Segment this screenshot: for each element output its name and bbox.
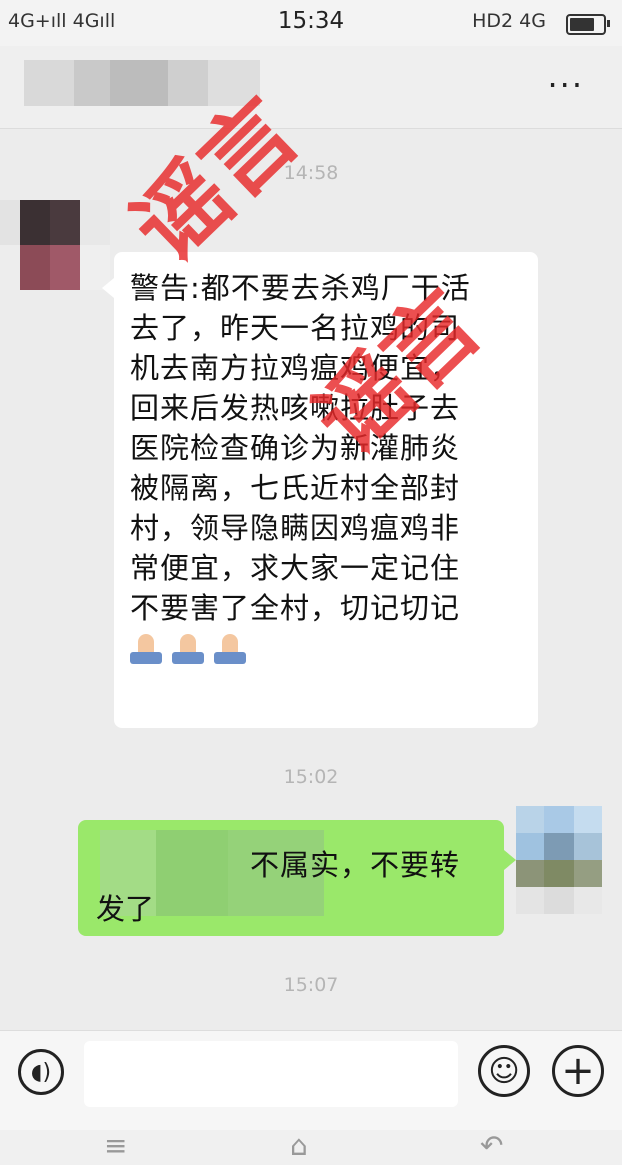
message-line: 被隔离，七氏近村全部封 bbox=[130, 471, 461, 505]
plus-icon[interactable]: + bbox=[552, 1045, 604, 1097]
emoji-icon[interactable]: ☺ bbox=[478, 1045, 530, 1097]
message-line: 村，领导隐瞒因鸡瘟鸡非 bbox=[130, 511, 461, 545]
avatar[interactable] bbox=[0, 200, 110, 290]
battery-icon bbox=[566, 14, 610, 35]
back-icon[interactable]: ↶ bbox=[480, 1132, 503, 1160]
home-icon[interactable]: ⌂ bbox=[290, 1132, 308, 1160]
timestamp: 15:07 bbox=[283, 974, 339, 996]
praying-hands-icon bbox=[172, 634, 204, 664]
navigation-bar: ≡ ⌂ ↶ bbox=[0, 1130, 622, 1165]
chat-header: ··· bbox=[0, 46, 622, 129]
avatar[interactable] bbox=[516, 806, 602, 914]
outgoing-message[interactable]: 不属实，不要转 发了 bbox=[78, 820, 516, 936]
voice-icon[interactable]: ◖) bbox=[18, 1049, 64, 1095]
message-line: 发了 bbox=[96, 892, 155, 926]
network-indicator: HD2 4G bbox=[472, 10, 546, 32]
message-line: 医院检查确诊为新灌肺炎 bbox=[130, 431, 461, 465]
menu-icon[interactable]: ≡ bbox=[104, 1132, 127, 1160]
praying-hands-emoji bbox=[130, 634, 524, 664]
message-line: 不属实，不要转 bbox=[250, 848, 461, 882]
timestamp: 15:02 bbox=[283, 766, 339, 788]
more-icon[interactable]: ··· bbox=[547, 69, 584, 101]
message-input[interactable] bbox=[84, 1041, 458, 1107]
message-line: 不要害了全村，切记切记 bbox=[130, 591, 461, 625]
praying-hands-icon bbox=[130, 634, 162, 664]
status-bar: 4G+ıll 4Gıll 15:34 HD2 4G bbox=[0, 0, 622, 46]
praying-hands-icon bbox=[214, 634, 246, 664]
input-bar: ◖) ☺ + bbox=[0, 1030, 622, 1131]
message-line: 常便宜，求大家一定记住 bbox=[130, 551, 461, 585]
